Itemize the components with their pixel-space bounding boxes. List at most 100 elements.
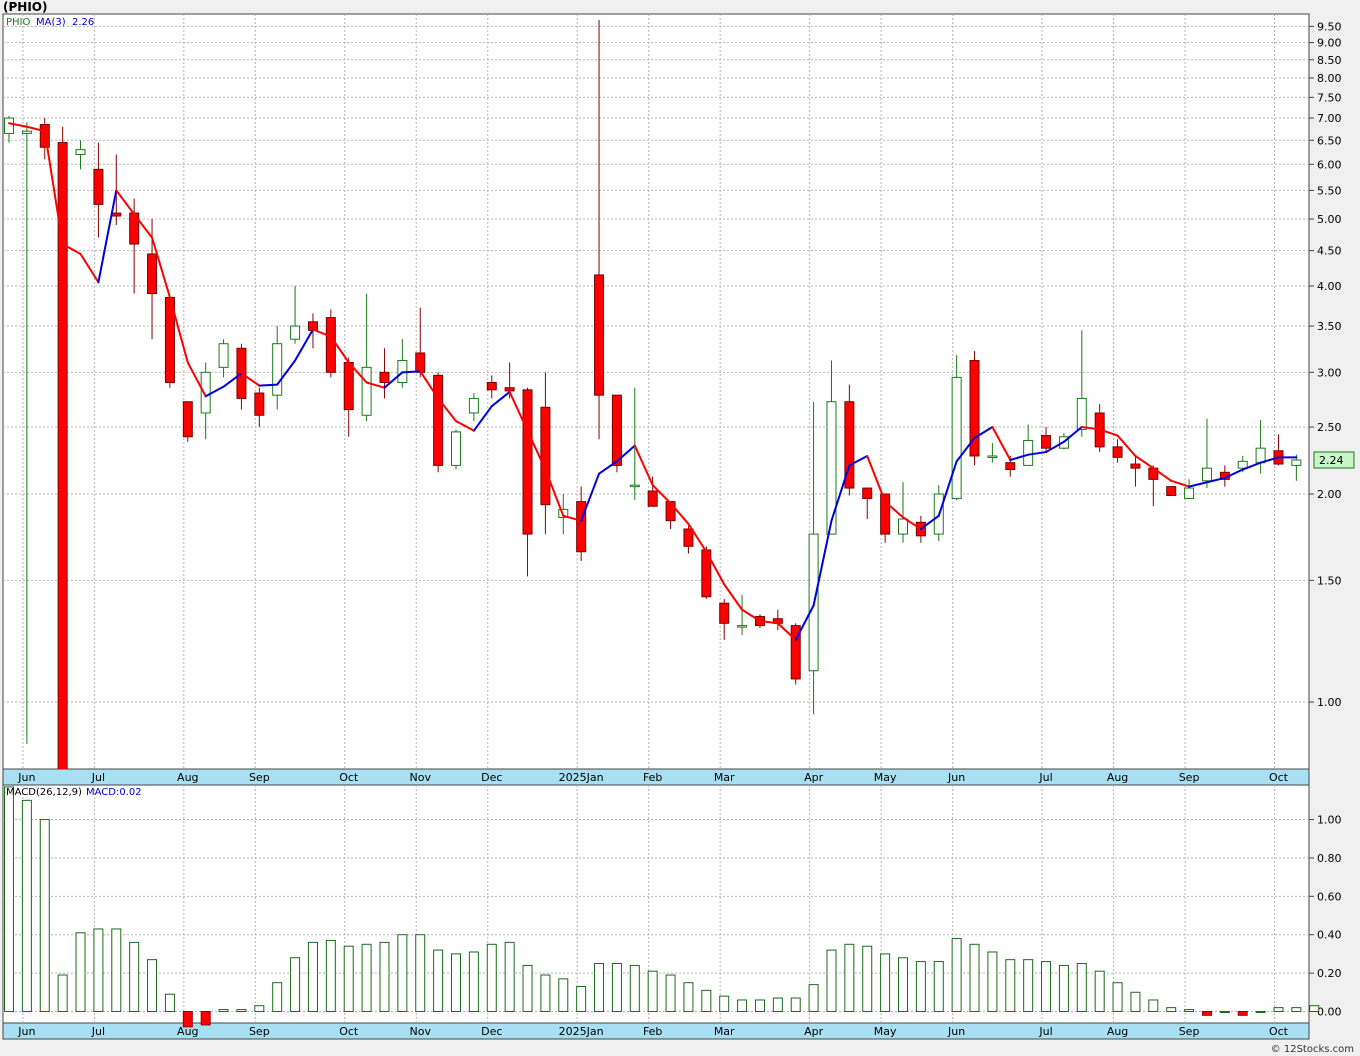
macd-bar-positive: [969, 943, 980, 1012]
macd-bar-positive: [540, 974, 551, 1012]
macd-bar-positive: [880, 953, 891, 1012]
macd-bar-positive: [1166, 1007, 1177, 1012]
candle-up: [1237, 460, 1248, 469]
macd-bar-positive: [4, 786, 14, 1012]
candle-up: [361, 366, 372, 416]
macd-bar-positive: [683, 982, 694, 1012]
month-label: Nov: [410, 1025, 432, 1038]
macd-bar-negative: [200, 1010, 211, 1026]
price-tick-label: 3.00: [1317, 366, 1342, 379]
macd-bar-positive: [1023, 959, 1034, 1012]
month-label: Feb: [643, 771, 662, 784]
macd-bar-positive: [665, 974, 676, 1012]
macd-bar-positive: [987, 951, 998, 1012]
price-tick-label: 5.00: [1317, 213, 1342, 226]
candle-down: [325, 317, 336, 373]
price-tick-label: 5.50: [1317, 184, 1342, 197]
candle-up: [826, 401, 837, 535]
candle-down: [862, 487, 873, 500]
macd-bar-positive: [129, 941, 140, 1012]
macd-bar-positive: [361, 943, 372, 1012]
candle-up: [1291, 459, 1302, 466]
candle-down: [379, 371, 390, 383]
macd-bar-positive: [1219, 1010, 1230, 1013]
candle-down: [1166, 486, 1177, 497]
candle-down: [1005, 462, 1016, 471]
stock-chart: 1.00 1.50 2.00 2.50 3.00 3.50 4.00 4.50 5.00 5.50…: [2, 13, 1355, 1040]
macd-bar-positive: [737, 999, 748, 1012]
macd-bar-positive: [1291, 1007, 1302, 1012]
macd-bar-positive: [629, 964, 640, 1012]
price-tick-label: 4.00: [1317, 280, 1342, 293]
month-label: Nov: [410, 771, 432, 784]
macd-bar-positive: [75, 932, 86, 1012]
macd-bar-positive: [754, 999, 765, 1012]
macd-bar-positive: [522, 964, 533, 1012]
candle-up: [1076, 397, 1087, 430]
macd-bar-positive: [504, 941, 515, 1012]
macd-bar-positive: [272, 982, 283, 1012]
macd-bar-positive: [933, 961, 944, 1012]
legend-ma-value: 2.26: [72, 17, 94, 28]
macd-bar-positive: [1076, 963, 1087, 1012]
price-tick-label: 6.00: [1317, 158, 1342, 171]
candle-down: [433, 374, 444, 466]
macd-tick-label: 0.20: [1317, 967, 1342, 980]
month-label: Apr: [804, 771, 824, 784]
candle-down: [504, 387, 515, 392]
legend-symbol: PHIO: [6, 17, 30, 28]
month-label: Dec: [481, 771, 502, 784]
month-label: May: [874, 771, 897, 784]
month-label: Aug: [1107, 771, 1128, 784]
macd-bar-positive: [415, 934, 426, 1012]
macd-bar-positive: [57, 974, 68, 1012]
month-label: Jul: [1038, 1025, 1052, 1038]
candle-down: [719, 602, 730, 624]
macd-bar-positive: [915, 961, 926, 1012]
macd-bar-positive: [898, 957, 908, 1012]
candle-down: [1130, 463, 1141, 469]
month-label: Jul: [91, 1025, 105, 1038]
macd-bar-negative: [1201, 1010, 1212, 1016]
month-label: Oct: [339, 771, 359, 784]
macd-bar-positive: [951, 938, 962, 1012]
month-label: Sep: [1179, 1025, 1200, 1038]
price-tick-label: 9.50: [1317, 20, 1342, 33]
macd-bar-positive: [433, 949, 444, 1012]
candle-down: [93, 168, 104, 205]
macd-bar-positive: [254, 1005, 265, 1012]
month-label: Aug: [1107, 1025, 1128, 1038]
price-tick-label: 1.50: [1317, 574, 1342, 587]
candle-down: [111, 212, 122, 217]
macd-tick-label: 0.60: [1317, 890, 1342, 903]
month-label: Sep: [249, 1025, 270, 1038]
month-label: May: [874, 1025, 897, 1038]
price-tick-label: 2.00: [1317, 488, 1342, 501]
month-label: Oct: [1269, 1025, 1289, 1038]
macd-bar-positive: [1309, 1005, 1320, 1012]
macd-bar-positive: [343, 945, 354, 1012]
macd-bar-positive: [862, 945, 873, 1012]
candle-up: [737, 625, 748, 628]
macd-tick-label: 0.80: [1317, 852, 1342, 865]
macd-bar-positive: [1094, 970, 1105, 1012]
macd-bar-positive: [486, 943, 497, 1012]
month-label: Mar: [714, 771, 735, 784]
macd-bar-positive: [290, 957, 301, 1012]
candle-up: [1201, 467, 1212, 482]
macd-tick-label: 1.00: [1317, 814, 1342, 827]
candle-down: [147, 253, 158, 295]
macd-bar-positive: [1273, 1007, 1284, 1012]
price-tick-label: 8.50: [1317, 54, 1342, 67]
candle-up: [951, 376, 962, 500]
macd-bar-positive: [1005, 959, 1016, 1012]
candle-down: [486, 381, 497, 391]
candle-down: [576, 501, 587, 553]
candle-up: [290, 325, 301, 340]
candle-down: [647, 490, 658, 507]
macd-bar-positive: [397, 934, 408, 1012]
candle-up: [272, 343, 283, 396]
price-tick-label: 2.50: [1317, 421, 1342, 434]
macd-bar-positive: [844, 943, 855, 1012]
macd-bar-positive: [576, 986, 587, 1012]
